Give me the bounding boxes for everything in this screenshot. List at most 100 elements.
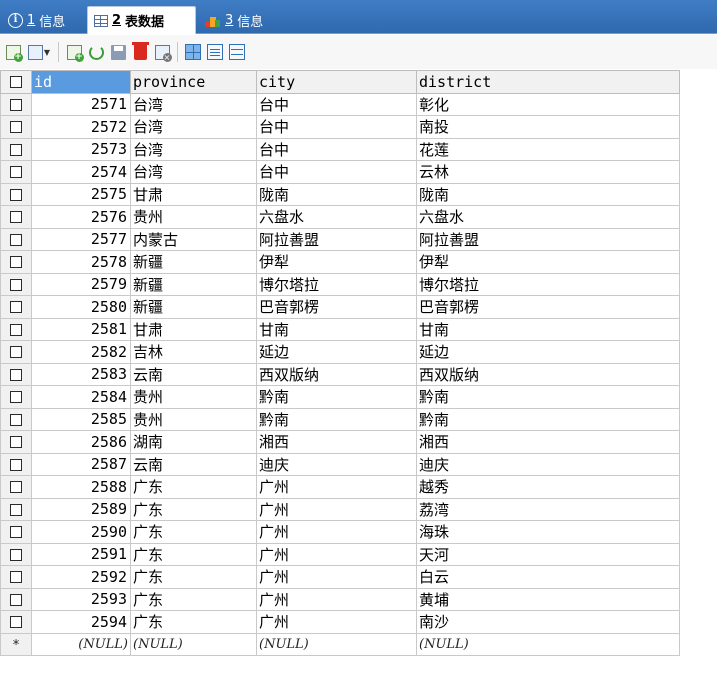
cell-district[interactable]: 云林	[416, 160, 680, 184]
cell-id[interactable]: 2587	[31, 452, 131, 476]
cell-id[interactable]: 2585	[31, 407, 131, 431]
cell-id[interactable]: 2574	[31, 160, 131, 184]
row-checkbox[interactable]	[10, 548, 22, 561]
cell-province[interactable]: 吉林	[130, 340, 257, 364]
row-select-cell[interactable]	[0, 452, 32, 476]
cell-province[interactable]: 新疆	[130, 295, 257, 319]
grid-view-button[interactable]	[183, 42, 203, 62]
cell-district[interactable]: 湘西	[416, 430, 680, 454]
cell-province[interactable]: 广东	[130, 565, 257, 589]
cell-district[interactable]: 越秀	[416, 475, 680, 499]
cell-province[interactable]: 贵州	[130, 385, 257, 409]
cell-city[interactable]: 广州	[256, 497, 417, 521]
cell-city[interactable]: 西双版纳	[256, 362, 417, 386]
cell-id[interactable]: 2583	[31, 362, 131, 386]
save-button[interactable]	[108, 42, 128, 62]
cell-district[interactable]: 黄埔	[416, 587, 680, 611]
row-select-cell[interactable]	[0, 565, 32, 589]
cell-city[interactable]: 六盘水	[256, 205, 417, 229]
table-row[interactable]: 2573 台湾 台中 花莲	[0, 137, 680, 161]
select-all-cell[interactable]	[0, 70, 32, 94]
cell-city[interactable]: 台中	[256, 137, 417, 161]
cell-province[interactable]: 广东	[130, 520, 257, 544]
row-checkbox[interactable]	[10, 571, 22, 584]
tab-table-data[interactable]: 2 表数据	[87, 6, 196, 34]
cell-city[interactable]: 广州	[256, 520, 417, 544]
cell-id[interactable]: 2590	[31, 520, 131, 544]
table-row[interactable]: 2587 云南 迪庆 迪庆	[0, 452, 680, 476]
cell-city[interactable]: 迪庆	[256, 452, 417, 476]
column-header-city[interactable]: city	[256, 70, 417, 94]
row-select-cell[interactable]	[0, 160, 32, 184]
column-header-id[interactable]: id	[31, 70, 131, 94]
cell-district[interactable]: 彰化	[416, 92, 680, 116]
table-row[interactable]: 2586 湖南 湘西 湘西	[0, 430, 680, 454]
column-header-province[interactable]: province	[130, 70, 257, 94]
table-row[interactable]: 2574 台湾 台中 云林	[0, 160, 680, 184]
row-select-cell[interactable]	[0, 92, 32, 116]
add-row-button[interactable]: +	[3, 42, 23, 62]
cell-id[interactable]: 2577	[31, 227, 131, 251]
row-select-cell[interactable]	[0, 587, 32, 611]
table-row[interactable]: 2571 台湾 台中 彰化	[0, 92, 680, 116]
text-view-button[interactable]	[227, 42, 247, 62]
row-checkbox[interactable]	[10, 256, 22, 269]
table-row[interactable]: 2590 广东 广州 海珠	[0, 520, 680, 544]
row-checkbox[interactable]	[10, 503, 22, 516]
row-select-cell[interactable]	[0, 385, 32, 409]
row-select-cell[interactable]	[0, 272, 32, 296]
cell-district[interactable]: 延边	[416, 340, 680, 364]
cell-city[interactable]: 伊犁	[256, 250, 417, 274]
row-select-cell[interactable]	[0, 205, 32, 229]
select-all-checkbox[interactable]	[10, 76, 22, 89]
table-row[interactable]: 2583 云南 西双版纳 西双版纳	[0, 362, 680, 386]
row-select-cell[interactable]	[0, 407, 32, 431]
table-row[interactable]: 2581 甘肃 甘南 甘南	[0, 317, 680, 341]
cell-city[interactable]: 延边	[256, 340, 417, 364]
cell-city[interactable]: 黔南	[256, 385, 417, 409]
cell-city-null[interactable]: (NULL)	[256, 632, 417, 656]
cell-district[interactable]: 六盘水	[416, 205, 680, 229]
new-row[interactable]: * (NULL) (NULL) (NULL) (NULL)	[0, 632, 680, 656]
duplicate-row-button[interactable]: +	[64, 42, 84, 62]
row-checkbox[interactable]	[10, 368, 22, 381]
cell-id[interactable]: 2588	[31, 475, 131, 499]
cell-id[interactable]: 2593	[31, 587, 131, 611]
column-header-district[interactable]: district	[416, 70, 680, 94]
cell-district-null[interactable]: (NULL)	[416, 632, 680, 656]
row-select-cell[interactable]	[0, 137, 32, 161]
row-checkbox[interactable]	[10, 526, 22, 539]
row-checkbox[interactable]	[10, 593, 22, 606]
table-row[interactable]: 2575 甘肃 陇南 陇南	[0, 182, 680, 206]
delete-button[interactable]	[130, 41, 150, 62]
cell-city[interactable]: 广州	[256, 542, 417, 566]
cell-province[interactable]: 广东	[130, 587, 257, 611]
refresh-button[interactable]	[86, 42, 106, 62]
row-select-cell[interactable]	[0, 610, 32, 634]
cell-id[interactable]: 2575	[31, 182, 131, 206]
cell-province[interactable]: 广东	[130, 497, 257, 521]
row-select-cell[interactable]	[0, 250, 32, 274]
table-row[interactable]: 2588 广东 广州 越秀	[0, 475, 680, 499]
cell-city[interactable]: 博尔塔拉	[256, 272, 417, 296]
row-select-cell[interactable]	[0, 475, 32, 499]
cell-city[interactable]: 台中	[256, 92, 417, 116]
cell-district[interactable]: 荔湾	[416, 497, 680, 521]
row-checkbox[interactable]	[10, 278, 22, 291]
cell-city[interactable]: 台中	[256, 160, 417, 184]
cell-province[interactable]: 贵州	[130, 205, 257, 229]
table-row[interactable]: 2593 广东 广州 黄埔	[0, 587, 680, 611]
cell-city[interactable]: 湘西	[256, 430, 417, 454]
cell-district[interactable]: 博尔塔拉	[416, 272, 680, 296]
cell-city[interactable]: 广州	[256, 587, 417, 611]
cell-id[interactable]: 2572	[31, 115, 131, 139]
cell-district[interactable]: 南沙	[416, 610, 680, 634]
cell-province[interactable]: 台湾	[130, 115, 257, 139]
row-select-cell[interactable]	[0, 340, 32, 364]
tab-info-3[interactable]: 3 信息	[199, 6, 269, 34]
insert-dropdown-button[interactable]: ▼	[25, 42, 53, 62]
cell-province[interactable]: 湖南	[130, 430, 257, 454]
row-checkbox[interactable]	[10, 436, 22, 449]
table-row[interactable]: 2572 台湾 台中 南投	[0, 115, 680, 139]
row-checkbox[interactable]	[10, 143, 22, 156]
